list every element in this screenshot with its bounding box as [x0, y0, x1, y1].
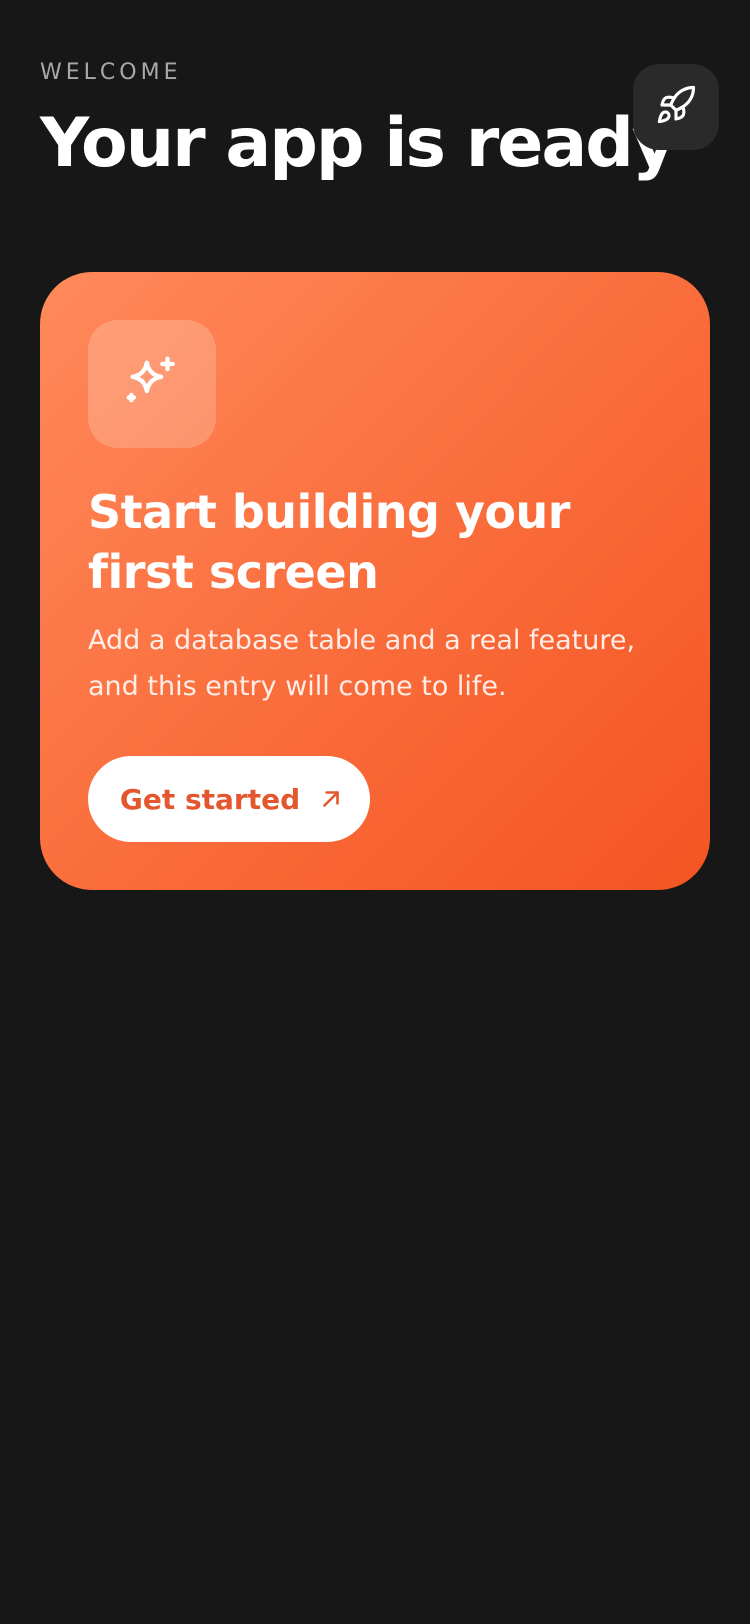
rocket-icon — [655, 84, 697, 130]
page-header: WELCOME Your app is ready — [40, 62, 710, 178]
get-started-label: Get started — [119, 782, 301, 816]
sparkles-icon — [121, 351, 183, 417]
arrow-up-right-icon — [318, 786, 344, 812]
get-started-card: Start building your first screen Add a d… — [40, 272, 710, 890]
card-title: Start building your first screen — [88, 485, 570, 599]
rocket-button[interactable] — [633, 64, 719, 150]
page-title: Your app is ready — [40, 104, 676, 183]
get-started-button[interactable]: Get started — [88, 756, 370, 842]
card-description: Add a database table and a real feature,… — [88, 625, 636, 702]
welcome-eyebrow: WELCOME — [40, 60, 182, 85]
card-icon-tile — [88, 320, 216, 448]
